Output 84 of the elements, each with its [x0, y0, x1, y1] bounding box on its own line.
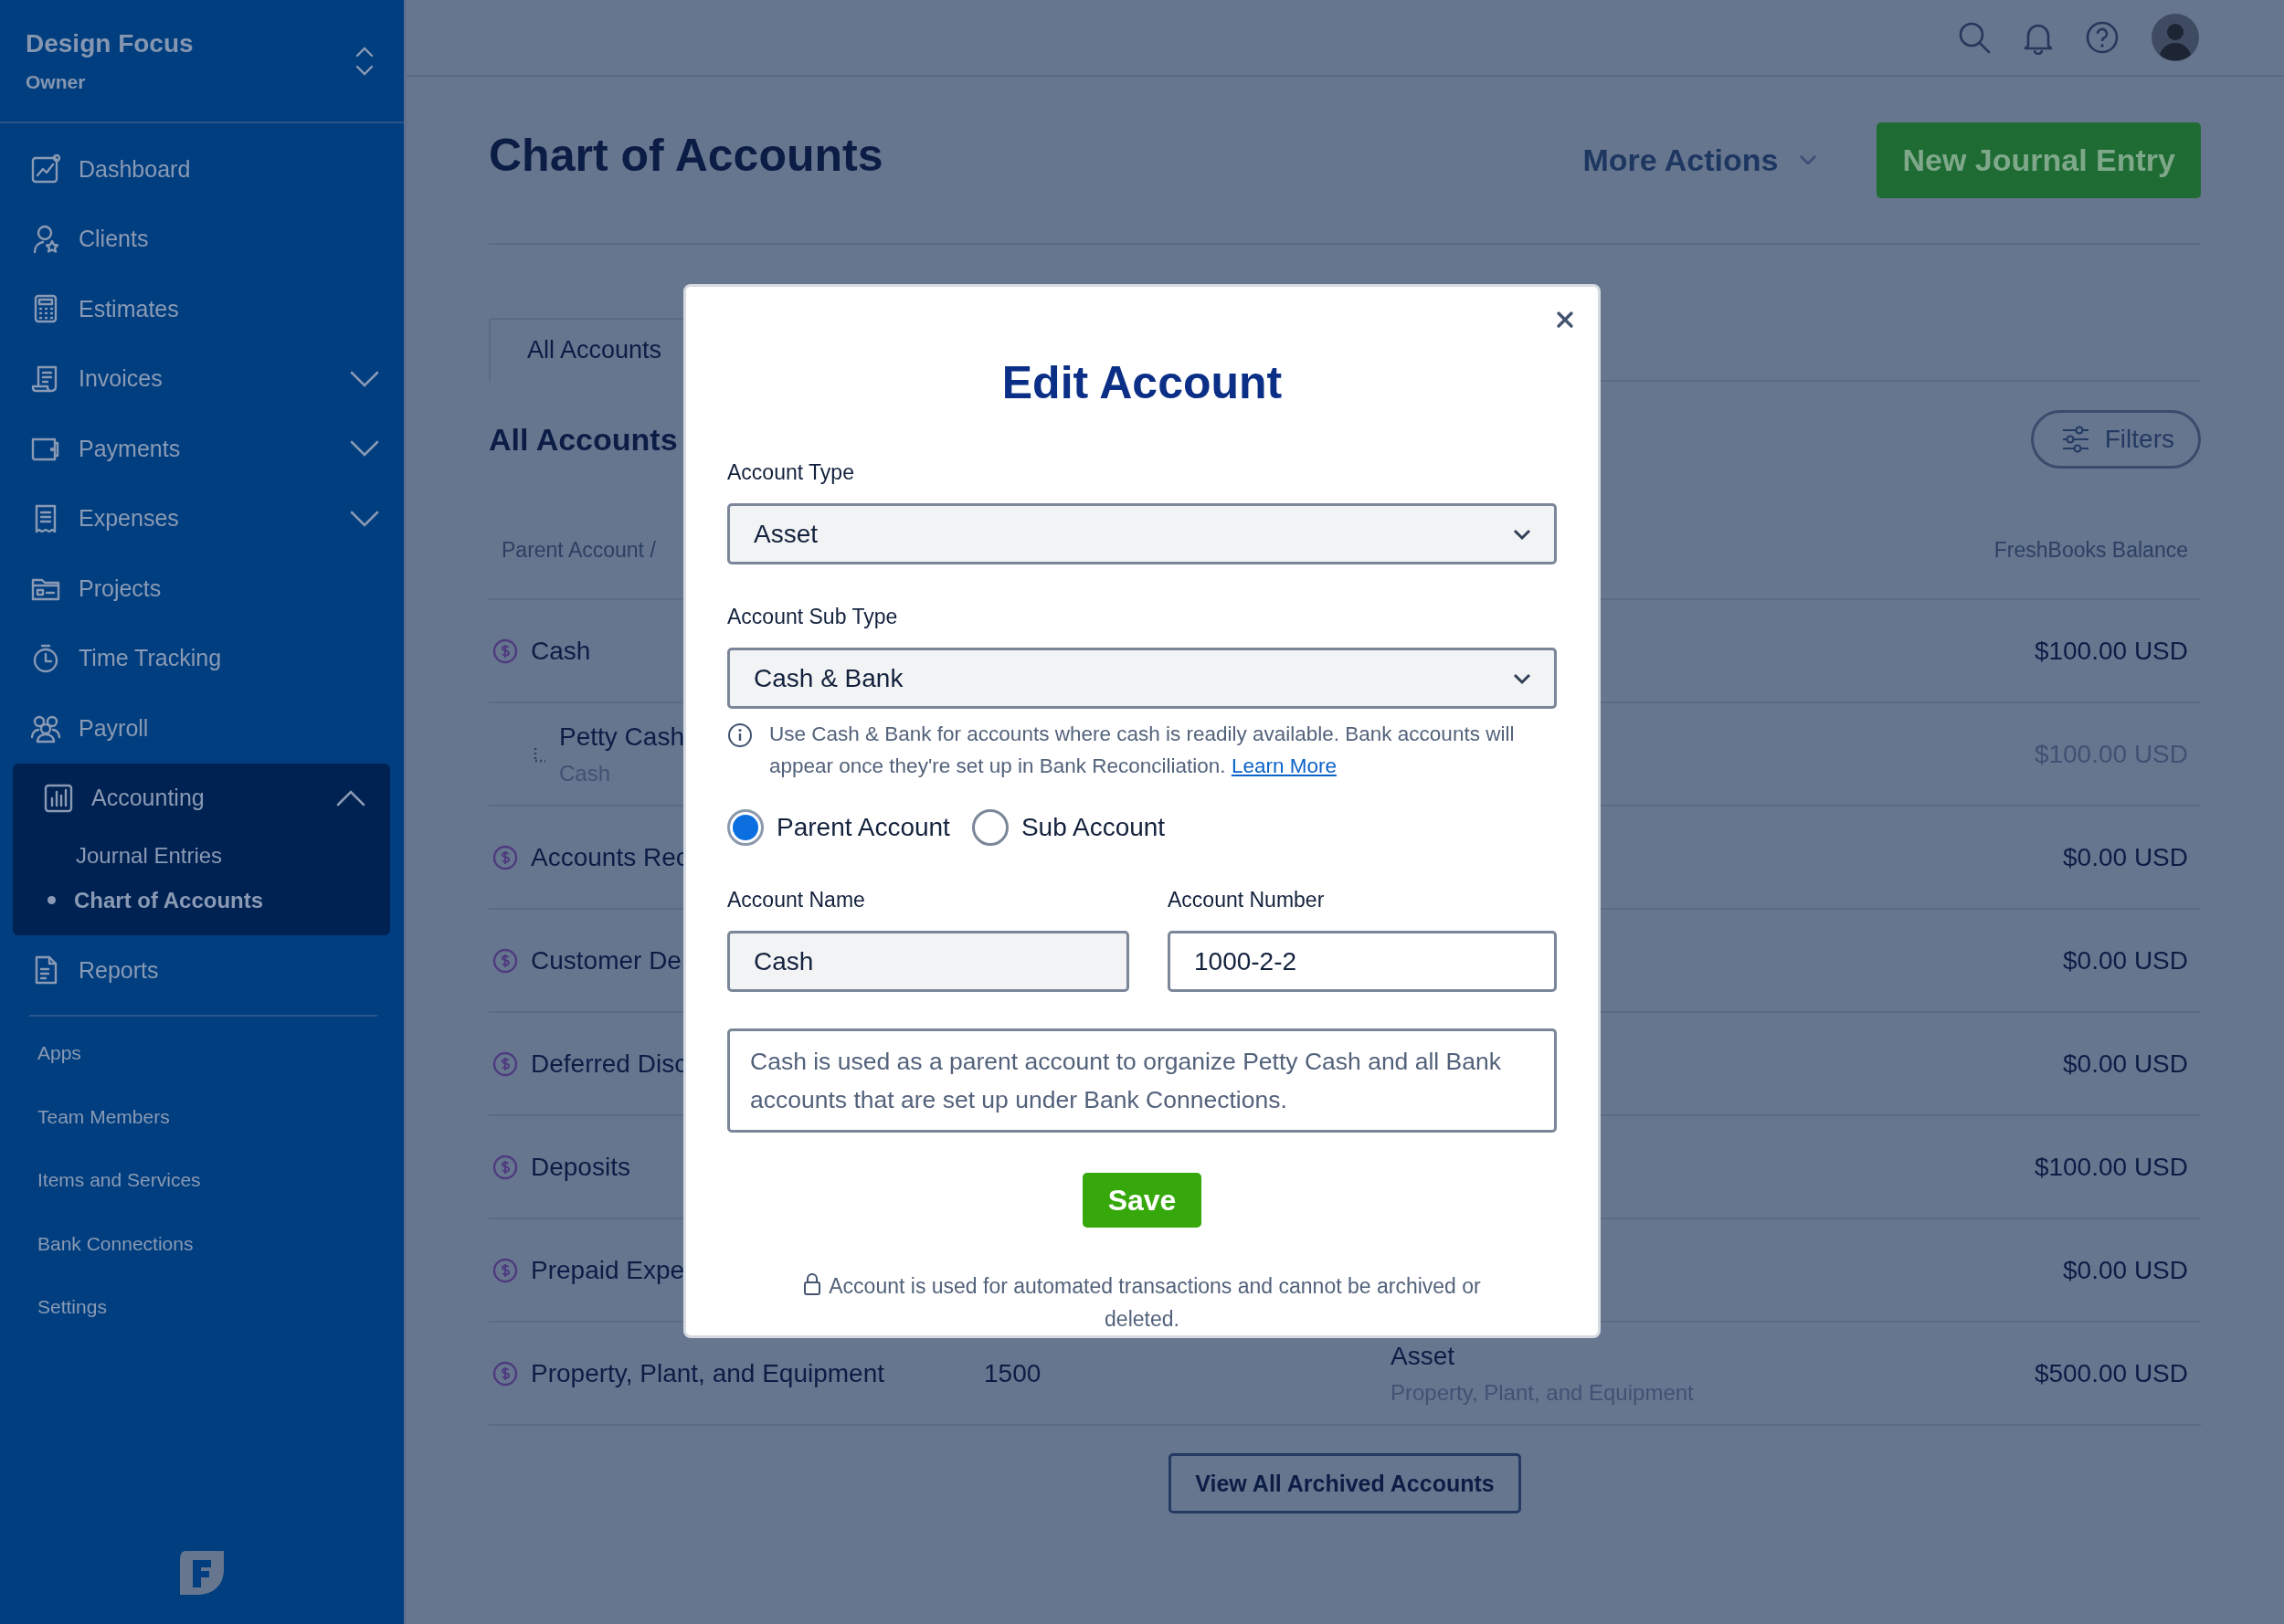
account-name: Prepaid Expe: [531, 1255, 685, 1285]
radio-option[interactable]: Parent Account: [727, 809, 950, 846]
field-label: Account Number: [1168, 888, 1326, 912]
sidebar-item[interactable]: Payments: [0, 414, 404, 484]
sidebar-link[interactable]: Items and Services: [0, 1148, 404, 1212]
dollar-icon: [492, 1050, 518, 1077]
chevron-up-icon: [335, 788, 366, 807]
radio-label: Parent Account: [777, 813, 950, 842]
dollar-icon: [492, 947, 518, 974]
chevron-down-icon: [349, 509, 380, 528]
sidebar-item[interactable]: Clients: [0, 204, 404, 274]
sidebar-item[interactable]: Payroll: [0, 693, 404, 764]
view-archived-button[interactable]: View All Archived Accounts: [1168, 1453, 1521, 1513]
sidebar-item[interactable]: Invoices: [0, 343, 404, 414]
chevron-down-icon: [1512, 527, 1532, 541]
chevron-down-icon: [349, 439, 380, 459]
help-icon[interactable]: [2085, 20, 2120, 55]
sliders-icon: [2060, 426, 2090, 453]
column-header: FreshBooks Balance: [1993, 538, 2188, 563]
more-actions-button[interactable]: More Actions: [1582, 142, 1819, 178]
hint-text: Use Cash & Bank for accounts where cash is readily available. Bank accounts will appear once they're set up in Bank Reconciliation. Learn More: [769, 722, 1516, 779]
save-button[interactable]: Save: [1082, 1173, 1202, 1228]
chevron-down-icon: [1512, 671, 1532, 685]
logo-icon: [178, 1549, 226, 1595]
balance: $0.00 USD: [2063, 1255, 2188, 1285]
balance: $0.00 USD: [2063, 842, 2188, 872]
account-type: Asset: [1390, 1341, 1456, 1371]
lock-icon: [803, 1272, 822, 1296]
account-name: Petty Cash: [559, 722, 684, 752]
lock-note: Account is used for automated transactions and cannot be archived or deleted.: [803, 1274, 1481, 1331]
chevron-down-icon: [349, 369, 380, 388]
column-header: Parent Account /: [502, 538, 656, 563]
page-title: Chart of Accounts: [489, 129, 883, 183]
sidebar-item[interactable]: Time Tracking: [0, 623, 404, 693]
radio-option[interactable]: Sub Account: [971, 809, 1166, 846]
sidebar-item[interactable]: Dashboard: [0, 134, 404, 205]
sidebar-subitem[interactable]: Chart of Accounts: [13, 878, 390, 923]
chevron-down-icon: [1798, 153, 1819, 166]
learn-more-link[interactable]: Learn More: [1231, 754, 1337, 777]
avatar-icon[interactable]: [2151, 13, 2200, 62]
balance: $100.00 USD: [2034, 1152, 2188, 1182]
dollar-icon: [492, 638, 518, 664]
sidebar-link[interactable]: Bank Connections: [0, 1212, 404, 1276]
sidebar-item[interactable]: Expenses: [0, 483, 404, 554]
account-number: 1500: [984, 1358, 1042, 1387]
sidebar-link[interactable]: Settings: [0, 1275, 404, 1339]
sidebar-link[interactable]: Apps: [0, 1021, 404, 1085]
field-label: Account Name: [727, 888, 866, 912]
business-name: Design Focus: [26, 28, 194, 58]
balance: $0.00 USD: [2063, 945, 2188, 975]
branch-icon: [534, 745, 546, 763]
account-type-select[interactable]: Asset: [727, 503, 1557, 564]
account-name: Customer De: [531, 945, 682, 975]
balance: $500.00 USD: [2034, 1358, 2188, 1388]
radio-button[interactable]: [971, 809, 1009, 846]
radio-button[interactable]: [727, 809, 764, 846]
section-title: All Accounts: [489, 421, 678, 458]
dollar-icon: [492, 1154, 518, 1180]
filters-button[interactable]: Filters: [2030, 410, 2201, 469]
dollar-icon: [492, 1257, 518, 1283]
new-journal-entry-button[interactable]: New Journal Entry: [1877, 121, 2201, 198]
sidebar-subitem[interactable]: Journal Entries: [13, 833, 390, 878]
field-label: Account Sub Type: [727, 605, 899, 629]
balance: $0.00 USD: [2063, 1049, 2188, 1079]
field-label: Account Type: [727, 460, 855, 485]
sidebar-link[interactable]: Team Members: [0, 1085, 404, 1149]
sidebar-item[interactable]: Reports: [0, 935, 404, 1006]
balance: $100.00 USD: [2034, 636, 2188, 666]
radio-label: Sub Account: [1020, 813, 1166, 842]
dialog-title: Edit Account: [1000, 356, 1284, 409]
account-name: Property, Plant, and Equipment: [531, 1358, 885, 1388]
account-name: Deposits: [531, 1152, 630, 1182]
info-icon: [727, 722, 753, 748]
account-number-field[interactable]: 1000-2-2: [1168, 931, 1557, 992]
account-name: Cash: [531, 636, 591, 666]
sidebar-item[interactable]: Accounting: [13, 763, 390, 833]
search-icon[interactable]: [1957, 20, 1992, 55]
sidebar-item[interactable]: Projects: [0, 554, 404, 624]
sidebar-item[interactable]: Estimates: [0, 274, 404, 344]
user-role: Owner: [26, 70, 87, 93]
dollar-icon: [492, 844, 518, 870]
description-field[interactable]: Cash is used as a parent account to organize Petty Cash and all Bank accounts that are set up under Bank Connections.: [727, 1028, 1557, 1133]
dollar-icon: [492, 1360, 518, 1387]
sub-type-select[interactable]: Cash & Bank: [727, 648, 1557, 709]
